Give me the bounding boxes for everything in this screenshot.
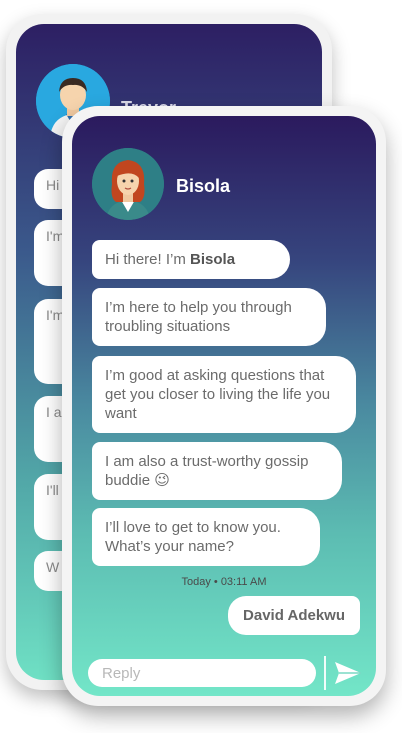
back-message-text: Hi [46,177,60,193]
message-text: I’m here to help you through troubling s… [105,299,292,335]
incoming-message: I’ll love to get to know you. What’s you… [92,508,320,566]
chat-screen: Bisola Hi there! I’m Bisola I’m here to … [72,116,376,696]
message-text: Hi there! I’m [105,251,191,268]
send-button[interactable] [330,656,366,690]
outgoing-message: David Adekwu [228,596,360,635]
front-phone: Bisola Hi there! I’m Bisola I’m here to … [62,106,386,706]
message-timestamp: Today • 03:11 AM [181,576,267,588]
message-bold-text: Bisola [190,251,236,268]
message-text: I’ll love to get to know you. What’s you… [105,519,281,555]
contact-name: Bisola [176,176,231,196]
message-text: I am also a trust-worthy gossip buddie [105,453,309,489]
reply-input[interactable] [88,659,316,687]
outgoing-message-text: David Adekwu [243,607,345,624]
send-icon [335,662,361,684]
incoming-message: Hi there! I’m Bisola [92,240,290,279]
bisola-avatar[interactable] [92,148,164,220]
incoming-message: I’m here to help you through troubling s… [92,288,326,346]
incoming-message: I’m good at asking questions that get yo… [92,356,356,433]
incoming-message: I am also a trust-worthy gossip buddie 😉 [92,442,342,500]
avatar-icon [92,148,164,220]
back-message-text: W [46,559,60,575]
wink-emoji-icon: 😉 [154,472,170,489]
message-text: I’m good at asking questions that get yo… [105,367,331,422]
composer-divider [324,656,326,690]
